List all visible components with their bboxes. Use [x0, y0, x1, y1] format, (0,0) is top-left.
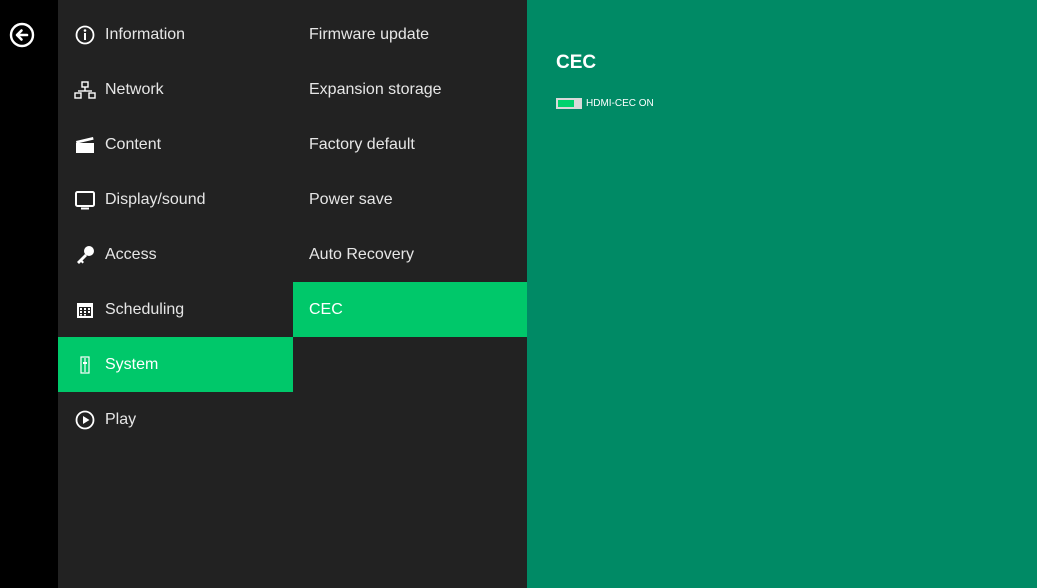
menu-item-system[interactable]: System — [58, 337, 293, 392]
submenu-item-factory-default[interactable]: Factory default — [293, 117, 527, 172]
back-arrow-icon — [9, 22, 35, 48]
submenu-item-auto-recovery[interactable]: Auto Recovery — [293, 227, 527, 282]
submenu-item-label: Expansion storage — [309, 80, 442, 98]
menu-item-access[interactable]: Access — [58, 227, 293, 282]
toggle-on-indicator — [558, 100, 574, 107]
menu-item-label: Play — [105, 410, 137, 428]
menu-item-label: Information — [105, 25, 186, 43]
submenu-item-label: Power save — [309, 190, 393, 208]
hdmi-cec-toggle-row[interactable]: HDMI-CEC ON — [556, 98, 654, 109]
system-submenu: Firmware update Expansion storage Factor… — [293, 0, 527, 588]
submenu-item-label: Factory default — [309, 135, 415, 153]
submenu-item-label: Auto Recovery — [309, 245, 414, 263]
hdmi-cec-toggle-label: HDMI-CEC ON — [586, 98, 654, 109]
submenu-item-label: CEC — [309, 300, 343, 318]
clapperboard-icon — [74, 134, 96, 156]
menu-item-label: Content — [105, 135, 162, 153]
menu-item-information[interactable]: Information — [58, 7, 293, 62]
network-icon — [74, 79, 96, 101]
menu-item-label: Access — [105, 245, 157, 263]
submenu-item-firmware-update[interactable]: Firmware update — [293, 7, 527, 62]
key-icon — [74, 244, 96, 266]
main-menu: Information Network Content Display/soun… — [58, 0, 293, 588]
menu-item-play[interactable]: Play — [58, 392, 293, 447]
left-rail — [0, 0, 58, 588]
settings-panel: CEC HDMI-CEC ON — [527, 0, 1037, 588]
page-title: CEC — [556, 52, 597, 73]
submenu-item-cec[interactable]: CEC — [293, 282, 527, 337]
submenu-item-power-save[interactable]: Power save — [293, 172, 527, 227]
menu-item-network[interactable]: Network — [58, 62, 293, 117]
menu-item-label: Network — [105, 80, 164, 98]
menu-item-display-sound[interactable]: Display/sound — [58, 172, 293, 227]
menu-item-label: System — [105, 355, 159, 373]
menu-item-label: Scheduling — [105, 300, 185, 318]
info-icon — [74, 24, 96, 46]
menu-item-scheduling[interactable]: Scheduling — [58, 282, 293, 337]
monitor-icon — [74, 189, 96, 211]
play-circle-icon — [74, 409, 96, 431]
menu-item-label: Display/sound — [105, 190, 206, 208]
hdmi-cec-toggle[interactable] — [556, 98, 582, 109]
submenu-item-label: Firmware update — [309, 25, 430, 43]
back-button[interactable] — [9, 22, 35, 48]
submenu-item-expansion-storage[interactable]: Expansion storage — [293, 62, 527, 117]
menu-item-content[interactable]: Content — [58, 117, 293, 172]
calendar-icon — [74, 299, 96, 321]
sliders-icon — [74, 354, 96, 376]
